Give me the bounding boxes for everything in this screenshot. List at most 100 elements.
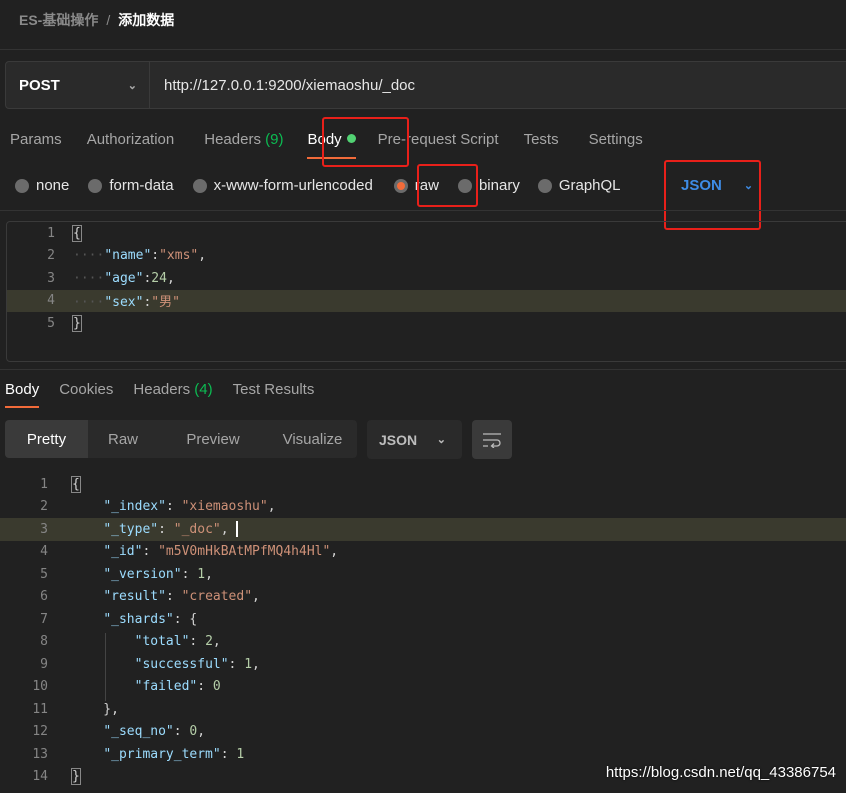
code-token: : { xyxy=(173,611,198,627)
code-line: 5 "_version": 1, xyxy=(0,563,846,586)
line-number: 8 xyxy=(40,634,48,650)
code-token: ···· xyxy=(73,270,105,286)
code-token: "result" xyxy=(103,589,166,605)
indent-guide xyxy=(105,633,106,701)
code-token: , xyxy=(205,566,213,582)
code-token: : xyxy=(165,499,182,515)
url-input[interactable]: http://127.0.0.1:9200/xiemaoshu/_doc xyxy=(150,62,415,108)
divider xyxy=(0,49,846,50)
breadcrumb-current: 添加数据 xyxy=(118,12,175,28)
response-tab-headers[interactable]: Headers (4) xyxy=(133,381,212,398)
tab-settings[interactable]: Settings xyxy=(589,131,643,148)
view-mode-raw[interactable]: Raw xyxy=(88,420,158,458)
code-text: "_shards": { xyxy=(72,612,197,627)
radio-x-www-form-urlencoded[interactable]: x-www-form-urlencoded xyxy=(192,177,373,194)
wrap-lines-icon xyxy=(483,432,501,448)
code-text: "_seq_no": 0, xyxy=(72,724,205,739)
chevron-down-icon: ⌄ xyxy=(436,434,446,446)
url-bar: POST ⌄ http://127.0.0.1:9200/xiemaoshu/_… xyxy=(5,61,846,109)
code-token: "_type" xyxy=(103,521,159,537)
code-token: , xyxy=(267,499,276,515)
radio-GraphQL[interactable]: GraphQL xyxy=(537,177,621,194)
response-body-viewer[interactable]: 1{2 "_index": "xiemaoshu", 3 "_type": "_d… xyxy=(0,473,846,793)
radio-label: binary xyxy=(478,177,520,194)
code-token: "m5V0mHkBAtMPfMQ4h4Hl" xyxy=(158,544,331,560)
wrap-lines-button[interactable] xyxy=(472,420,512,459)
radio-circle-icon xyxy=(393,178,408,193)
line-number: 13 xyxy=(32,746,48,762)
radio-form-data[interactable]: form-data xyxy=(88,177,174,194)
line-number: 1 xyxy=(47,225,55,241)
tab-params[interactable]: Params xyxy=(10,131,62,148)
tab-tests[interactable]: Tests xyxy=(524,131,559,148)
code-token: , xyxy=(252,656,260,672)
request-body-editor[interactable]: 1{2 ····"name":"xms", 3 ····"age":24, 4 ····"… xyxy=(6,221,846,362)
line-number: 5 xyxy=(47,315,55,331)
code-line: 2 "_index": "xiemaoshu", xyxy=(0,496,846,519)
radio-circle-icon xyxy=(88,178,103,193)
view-mode-preview[interactable]: Preview xyxy=(158,420,268,458)
view-mode-pretty[interactable]: Pretty xyxy=(5,420,88,458)
code-token: 1 xyxy=(244,656,253,672)
code-line: 3 ····"age":24, xyxy=(7,267,846,290)
radio-none[interactable]: none xyxy=(15,177,69,194)
code-token: 24 xyxy=(151,270,167,286)
code-token: "age" xyxy=(104,270,144,286)
code-token: }, xyxy=(72,701,119,717)
code-token: { xyxy=(72,224,82,242)
code-token: : xyxy=(197,679,213,695)
response-tab-cookies[interactable]: Cookies xyxy=(59,381,113,398)
code-token: "failed" xyxy=(134,679,198,695)
response-tabs: Body Cookies Headers (4) Test Results xyxy=(5,381,315,408)
code-token: 0 xyxy=(212,679,221,695)
tab-label: Headers xyxy=(133,381,191,398)
code-token: "男" xyxy=(151,295,180,311)
code-text: "_id": "m5V0mHkBAtMPfMQ4h4Hl", xyxy=(72,544,338,559)
code-line: 8 "total": 2, xyxy=(0,631,846,654)
tab-label: Settings xyxy=(588,131,643,148)
tab-label: Headers xyxy=(204,131,261,148)
highlight-box-json xyxy=(664,160,761,230)
line-number: 5 xyxy=(40,566,48,582)
code-token: 1 xyxy=(236,746,245,762)
text-cursor xyxy=(236,521,238,537)
code-token: "_primary_term" xyxy=(103,746,221,762)
code-token: "_doc" xyxy=(173,521,221,537)
code-token: "_shards" xyxy=(103,611,174,627)
divider xyxy=(0,210,846,211)
response-format-select[interactable]: JSON ⌄ xyxy=(367,420,462,459)
line-number: 2 xyxy=(47,248,55,264)
divider xyxy=(0,369,846,370)
code-text: }, xyxy=(72,702,119,717)
code-line: 6 "result": "created", xyxy=(0,586,846,609)
method-select[interactable]: POST ⌄ xyxy=(6,62,150,108)
response-tab-test-results[interactable]: Test Results xyxy=(233,381,315,398)
code-line: 10 "failed": 0 xyxy=(0,676,846,699)
line-number: 4 xyxy=(40,544,48,560)
code-token: "name" xyxy=(104,248,152,264)
response-tab-body[interactable]: Body xyxy=(5,381,40,408)
tab-label: Authorization xyxy=(86,131,175,148)
code-text: ····"name":"xms", xyxy=(73,248,206,263)
code-token: "_index" xyxy=(103,499,166,515)
tab-authorization[interactable]: Authorization xyxy=(87,131,175,148)
breadcrumb-separator: / xyxy=(106,12,111,28)
body-type-radios: none form-data x-www-form-urlencoded raw bin… xyxy=(15,177,621,194)
code-text: "successful": 1, xyxy=(72,657,260,672)
code-line: 2 ····"name":"xms", xyxy=(7,245,846,268)
radio-circle-icon xyxy=(537,178,552,193)
code-token: "xiemaoshu" xyxy=(181,499,268,515)
code-token: , xyxy=(198,248,207,264)
tab-label: Test Results xyxy=(232,381,315,398)
breadcrumb-parent[interactable]: ES-基础操作 xyxy=(19,12,98,28)
view-mode-visualize[interactable]: Visualize xyxy=(268,420,357,458)
tab-headers[interactable]: Headers (9) xyxy=(204,131,283,148)
code-text: ····"age":24, xyxy=(73,271,175,286)
code-token: { xyxy=(71,475,81,493)
code-token: : xyxy=(181,566,198,582)
